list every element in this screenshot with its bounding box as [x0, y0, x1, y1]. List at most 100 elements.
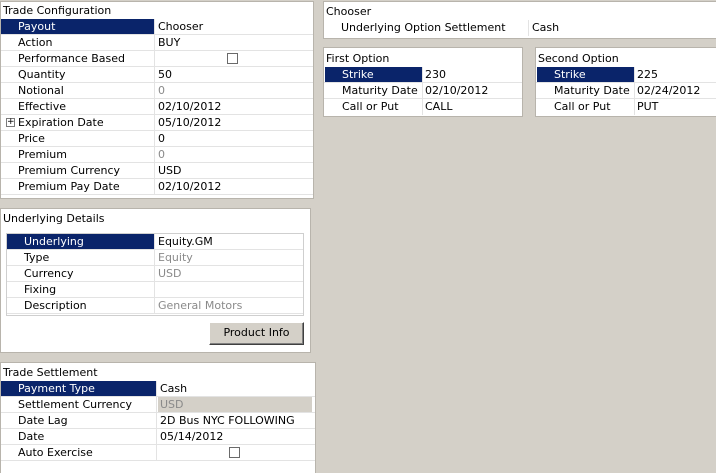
trade-configuration-panel: Trade Configuration Payout Chooser Actio…: [0, 1, 314, 199]
row-label: Quantity: [1, 67, 155, 82]
row-label: Strike: [325, 67, 423, 82]
row-premium-currency[interactable]: Premium Currency USD: [1, 163, 313, 179]
row-label: Maturity Date: [325, 83, 423, 98]
second-option-panel: Second Option Strike 225 Maturity Date 0…: [535, 47, 716, 117]
row-date-lag[interactable]: Date Lag 2D Bus NYC FOLLOWING: [1, 413, 315, 429]
row-label: Action: [1, 35, 155, 50]
settlement-currency-value: USD: [158, 397, 312, 412]
payment-type-value[interactable]: Cash: [158, 381, 312, 396]
second-maturity-date-value[interactable]: 02/24/2012: [635, 83, 716, 98]
first-maturity-date-value[interactable]: 02/10/2012: [423, 83, 522, 98]
auto-exercise-checkbox[interactable]: [229, 447, 240, 458]
row-expiration-date[interactable]: + Expiration Date 05/10/2012: [1, 115, 313, 131]
premium-value[interactable]: 0: [156, 147, 313, 162]
row-label: Payment Type: [1, 381, 157, 396]
row-date[interactable]: Date 05/14/2012: [1, 429, 315, 445]
row-label: Price: [1, 131, 155, 146]
row-label: Expiration Date: [18, 116, 104, 129]
row-premium[interactable]: Premium 0: [1, 147, 313, 163]
panel-title: First Option: [326, 52, 390, 65]
first-call-or-put-value[interactable]: CALL: [423, 99, 522, 115]
row-first-maturity-date[interactable]: Maturity Date 02/10/2012: [324, 83, 522, 99]
row-label: Premium Currency: [1, 163, 155, 178]
underlying-value[interactable]: Equity.GM: [156, 234, 303, 249]
effective-value[interactable]: 02/10/2012: [156, 99, 313, 114]
row-second-maturity-date[interactable]: Maturity Date 02/24/2012: [536, 83, 716, 99]
row-notional[interactable]: Notional 0: [1, 83, 313, 99]
row-label: Premium: [1, 147, 155, 162]
panel-title: Trade Configuration: [3, 4, 112, 17]
row-underlying-option-settlement[interactable]: Underlying Option Settlement Cash: [324, 20, 716, 36]
panel-title: Trade Settlement: [3, 366, 98, 379]
notional-value[interactable]: 0: [156, 83, 313, 98]
underlying-details-panel: Underlying Details Underlying Equity.GM …: [0, 208, 311, 353]
row-premium-pay-date[interactable]: Premium Pay Date 02/10/2012: [1, 179, 313, 195]
row-label-wrap: + Expiration Date: [1, 115, 155, 130]
row-label: Premium Pay Date: [1, 179, 155, 194]
row-label: Date: [1, 429, 157, 444]
currency-value: USD: [158, 267, 182, 280]
underlying-option-settlement-value[interactable]: Cash: [530, 20, 716, 36]
trade-settlement-panel: Trade Settlement Payment Type Cash Settl…: [0, 362, 316, 473]
row-description[interactable]: Description General Motors: [7, 298, 303, 314]
price-value[interactable]: 0: [156, 131, 313, 146]
product-info-button[interactable]: Product Info: [209, 322, 304, 345]
premium-pay-date-value[interactable]: 02/10/2012: [156, 179, 313, 194]
fixing-value[interactable]: [156, 282, 303, 297]
first-option-panel: First Option Strike 230 Maturity Date 02…: [323, 47, 523, 117]
row-second-call-or-put[interactable]: Call or Put PUT: [536, 99, 716, 115]
row-price[interactable]: Price 0: [1, 131, 313, 147]
date-value[interactable]: 05/14/2012: [158, 429, 312, 444]
row-performance-based[interactable]: Performance Based: [1, 51, 313, 67]
row-payout[interactable]: Payout Chooser: [1, 19, 313, 35]
date-lag-value[interactable]: 2D Bus NYC FOLLOWING: [158, 413, 312, 428]
row-label: Strike: [537, 67, 635, 82]
row-first-strike[interactable]: Strike 230: [324, 67, 522, 83]
row-label: Underlying Option Settlement: [324, 20, 529, 36]
row-settlement-currency[interactable]: Settlement Currency USD: [1, 397, 315, 413]
row-type[interactable]: Type Equity: [7, 250, 303, 266]
row-label: Auto Exercise: [1, 445, 157, 460]
panel-title: Second Option: [538, 52, 619, 65]
row-label: Call or Put: [325, 99, 423, 115]
underlying-grid: Underlying Equity.GM Type Equity Currenc…: [6, 233, 304, 316]
first-strike-value[interactable]: 230: [423, 67, 522, 82]
row-label: Payout: [1, 19, 155, 34]
row-payment-type[interactable]: Payment Type Cash: [1, 381, 315, 397]
row-label: Underlying: [7, 234, 155, 249]
row-underlying[interactable]: Underlying Equity.GM: [7, 234, 303, 250]
panel-title: Underlying Details: [3, 212, 105, 225]
row-effective[interactable]: Effective 02/10/2012: [1, 99, 313, 115]
row-quantity[interactable]: Quantity 50: [1, 67, 313, 83]
row-label: Effective: [1, 99, 155, 114]
premium-currency-value[interactable]: USD: [156, 163, 313, 178]
row-currency[interactable]: Currency USD: [7, 266, 303, 282]
row-second-strike[interactable]: Strike 225: [536, 67, 716, 83]
row-label: Call or Put: [537, 99, 635, 115]
row-action[interactable]: Action BUY: [1, 35, 313, 51]
row-label: Currency: [7, 266, 155, 281]
row-label: Type: [7, 250, 155, 265]
row-first-call-or-put[interactable]: Call or Put CALL: [324, 99, 522, 115]
expiration-date-value[interactable]: 05/10/2012: [156, 115, 313, 130]
row-label: Maturity Date: [537, 83, 635, 98]
second-strike-value[interactable]: 225: [635, 67, 716, 82]
auto-exercise-cell: [158, 445, 312, 460]
row-auto-exercise[interactable]: Auto Exercise: [1, 445, 315, 461]
panel-title: Chooser: [326, 5, 372, 18]
row-label: Description: [7, 298, 155, 313]
second-call-or-put-value[interactable]: PUT: [635, 99, 716, 115]
row-label: Notional: [1, 83, 155, 98]
row-fixing[interactable]: Fixing: [7, 282, 303, 298]
expand-plus-icon[interactable]: +: [6, 118, 15, 127]
type-value: Equity: [158, 251, 193, 264]
action-value[interactable]: BUY: [156, 35, 313, 50]
row-label: Fixing: [7, 282, 155, 297]
payout-value[interactable]: Chooser: [156, 19, 313, 34]
performance-based-checkbox[interactable]: [227, 53, 238, 64]
row-label: Performance Based: [1, 51, 155, 66]
performance-based-cell: [156, 51, 313, 66]
quantity-value[interactable]: 50: [156, 67, 313, 82]
row-label: Date Lag: [1, 413, 157, 428]
row-label: Settlement Currency: [1, 397, 157, 412]
